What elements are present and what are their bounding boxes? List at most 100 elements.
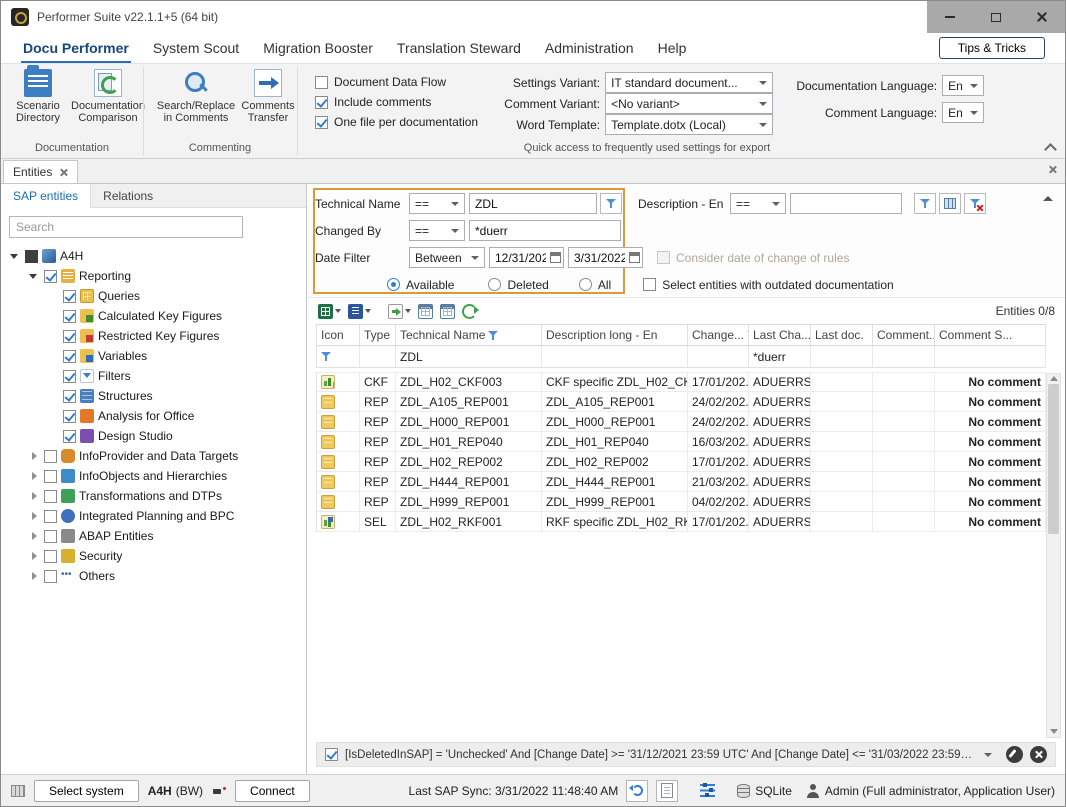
tree-item-structures[interactable]: Structures xyxy=(1,386,306,406)
table-row[interactable]: REP ZDL_H01_REP040 ZDL_H01_REP040 16/03/… xyxy=(316,432,1046,452)
filter-cell-last-changed[interactable]: *duerr xyxy=(749,346,811,368)
sync-button[interactable] xyxy=(626,780,648,802)
one-file-per-documentation-checkbox[interactable]: One file per documentation xyxy=(315,115,478,129)
radio-all[interactable]: All xyxy=(579,278,611,292)
tree-checkbox[interactable] xyxy=(63,410,76,423)
changed-by-operator-dropdown[interactable]: == xyxy=(409,220,465,241)
column-header-description[interactable]: Description long - En xyxy=(542,325,688,346)
tree-checkbox[interactable] xyxy=(44,450,57,463)
tree-checkbox[interactable] xyxy=(63,310,76,323)
tree-item-filters[interactable]: Filters xyxy=(1,366,306,386)
edit-filter-button[interactable] xyxy=(1006,746,1023,763)
menu-migration-booster[interactable]: Migration Booster xyxy=(251,35,385,61)
tree-checkbox[interactable] xyxy=(44,570,57,583)
column-header-type[interactable]: Type xyxy=(360,325,396,346)
chevron-down-icon[interactable] xyxy=(365,309,371,313)
collapse-ribbon-icon[interactable] xyxy=(1044,143,1057,156)
tab-entities[interactable]: Entities xyxy=(3,160,78,183)
tree-checkbox[interactable] xyxy=(63,390,76,403)
table-row[interactable]: SEL ZDL_H02_RKF001 RKF specific ZDL_H02_… xyxy=(316,512,1046,532)
expander-icon[interactable] xyxy=(28,530,40,542)
filter-cell[interactable] xyxy=(542,346,688,368)
changed-by-filter-input[interactable] xyxy=(469,220,621,241)
tree-item-design-studio[interactable]: Design Studio xyxy=(1,426,306,446)
tree-item-a4h[interactable]: A4H xyxy=(1,246,306,266)
table-row[interactable]: CKF ZDL_H02_CKF003 CKF specific ZDL_H02_… xyxy=(316,372,1046,392)
apply-filter-button[interactable] xyxy=(600,193,622,214)
tree-item-calculated-key-figures[interactable]: Calculated Key Figures xyxy=(1,306,306,326)
calendar-icon[interactable] xyxy=(550,252,561,263)
expander-icon[interactable] xyxy=(28,490,40,502)
tree-checkbox[interactable] xyxy=(63,430,76,443)
refresh-button[interactable] xyxy=(460,301,479,321)
column-header-last-changed[interactable]: Last Cha... xyxy=(749,325,811,346)
date-operator-dropdown[interactable]: Between xyxy=(409,247,485,268)
tree-checkbox[interactable] xyxy=(63,370,76,383)
radio-button[interactable] xyxy=(387,278,400,291)
data-export-button[interactable] xyxy=(386,301,413,321)
menu-help[interactable]: Help xyxy=(646,35,699,61)
expander-icon[interactable] xyxy=(28,470,40,482)
filter-expression[interactable]: [IsDeletedInSAP] = 'Unchecked' And [Chan… xyxy=(345,749,975,761)
filter-button[interactable] xyxy=(914,193,936,214)
tree-checkbox[interactable] xyxy=(44,270,57,283)
tree-item-others[interactable]: Others xyxy=(1,566,306,586)
technical-name-operator-dropdown[interactable]: == xyxy=(409,193,465,214)
tree-item-security[interactable]: Security xyxy=(1,546,306,566)
filter-editor-button[interactable] xyxy=(939,193,961,214)
table-row[interactable]: REP ZDL_H000_REP001 ZDL_H000_REP001 24/0… xyxy=(316,412,1046,432)
tree-item-infoprovider[interactable]: InfoProvider and Data Targets xyxy=(1,446,306,466)
table-row[interactable]: REP ZDL_H444_REP001 ZDL_H444_REP001 21/0… xyxy=(316,472,1046,492)
calendar-icon[interactable] xyxy=(629,252,640,263)
comments-transfer-button[interactable]: Comments Transfer xyxy=(235,66,301,142)
maximize-button[interactable] xyxy=(973,1,1019,33)
tree-item-integrated-planning[interactable]: Integrated Planning and BPC xyxy=(1,506,306,526)
column-header-comment-status[interactable]: Comment S... xyxy=(935,325,1046,346)
table-row[interactable]: REP ZDL_H02_REP002 ZDL_H02_REP002 17/01/… xyxy=(316,452,1046,472)
column-header-change-date[interactable]: Change... xyxy=(688,325,749,346)
tree-item-restricted-key-figures[interactable]: Restricted Key Figures xyxy=(1,326,306,346)
checkbox-box[interactable] xyxy=(315,96,328,109)
expander-icon[interactable] xyxy=(28,570,40,582)
menu-translation-steward[interactable]: Translation Steward xyxy=(385,35,533,61)
export-excel-button[interactable] xyxy=(316,301,343,321)
description-operator-dropdown[interactable]: == xyxy=(730,193,786,214)
tree-checkbox[interactable] xyxy=(44,510,57,523)
tree-checkbox[interactable] xyxy=(63,350,76,363)
word-template-dropdown[interactable]: Template.dotx (Local) xyxy=(605,114,773,135)
tree-checkbox[interactable] xyxy=(44,530,57,543)
tree-item-transformations[interactable]: Transformations and DTPs xyxy=(1,486,306,506)
settings-variant-dropdown[interactable]: IT standard document... xyxy=(605,72,773,93)
filter-row-icon-cell[interactable] xyxy=(316,346,360,368)
panel-close-icon[interactable] xyxy=(1048,165,1057,174)
tree-item-infoobjects[interactable]: InfoObjects and Hierarchies xyxy=(1,466,306,486)
clear-filter-button[interactable] xyxy=(964,193,986,214)
outdated-documentation-checkbox[interactable]: Select entities with outdated documentat… xyxy=(643,278,893,292)
tab-relations[interactable]: Relations xyxy=(91,184,165,207)
layout-settings-button[interactable] xyxy=(438,301,457,321)
table-row[interactable]: REP ZDL_H999_REP001 ZDL_H999_REP001 04/0… xyxy=(316,492,1046,512)
scrollbar-thumb[interactable] xyxy=(1048,384,1059,534)
systems-grid-icon[interactable] xyxy=(11,785,25,797)
tree-checkbox[interactable] xyxy=(25,250,38,263)
tree-item-variables[interactable]: Variables xyxy=(1,346,306,366)
search-replace-comments-button[interactable]: Search/Replace in Comments xyxy=(157,66,235,142)
date-to-field[interactable] xyxy=(568,247,643,268)
expander-icon[interactable] xyxy=(28,510,40,522)
checkbox-box[interactable] xyxy=(315,76,328,89)
expander-icon[interactable] xyxy=(9,250,21,262)
include-comments-checkbox[interactable]: Include comments xyxy=(315,95,478,109)
column-header-last-doc[interactable]: Last doc. xyxy=(811,325,873,346)
chevron-down-icon[interactable] xyxy=(335,309,341,313)
expander-icon[interactable] xyxy=(28,450,40,462)
tree-item-reporting[interactable]: Reporting xyxy=(1,266,306,286)
column-header-technical-name[interactable]: Technical Name xyxy=(396,325,542,346)
filter-settings-icon[interactable] xyxy=(700,784,715,797)
filter-cell-technical-name[interactable]: ZDL xyxy=(396,346,542,368)
collapse-filter-icon[interactable] xyxy=(1041,192,1055,206)
filter-cell[interactable] xyxy=(873,346,935,368)
expander-icon[interactable] xyxy=(28,550,40,562)
comment-language-dropdown[interactable]: En xyxy=(942,102,984,123)
tree-search-input[interactable] xyxy=(9,216,243,238)
tab-sap-entities[interactable]: SAP entities xyxy=(1,184,91,208)
